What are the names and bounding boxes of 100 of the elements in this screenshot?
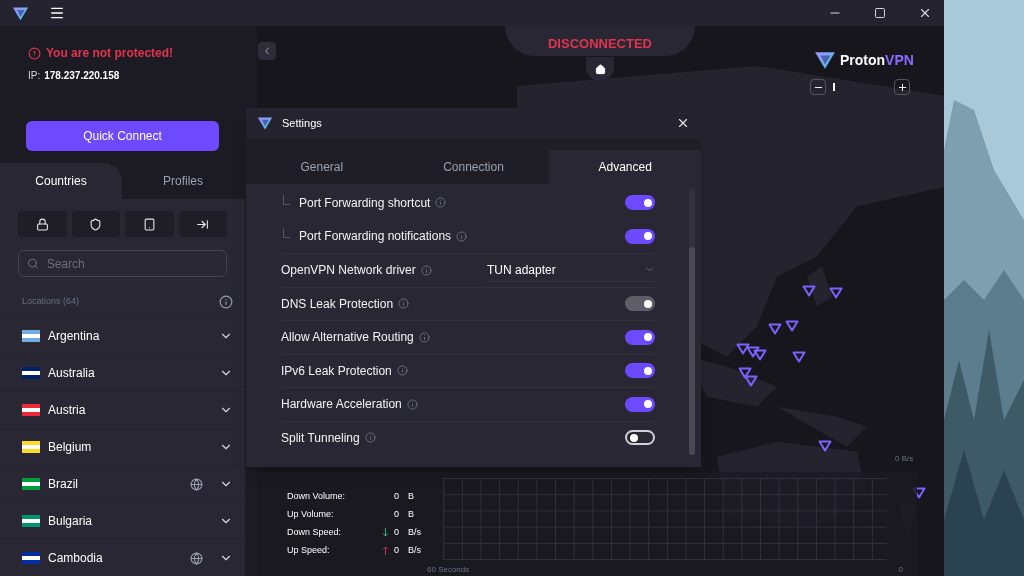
stat-label: Down Volume: <box>287 489 347 503</box>
globe-icon <box>190 477 203 491</box>
country-name: Cambodia <box>48 550 104 567</box>
toggle-switch[interactable] <box>625 195 655 211</box>
setting-label: Split Tunneling <box>281 429 360 447</box>
stat-unit: B <box>408 489 414 503</box>
info-icon[interactable] <box>406 398 418 410</box>
graph-speed-label: 0 B/s <box>895 453 914 465</box>
dialog-title: Settings <box>282 115 323 131</box>
locations-count: Locations (64) <box>22 295 80 309</box>
stat-label: Up Speed: <box>287 543 331 557</box>
search-icon <box>27 257 39 270</box>
globe-icon <box>190 551 203 565</box>
shield-icon <box>89 217 103 231</box>
map-pin-icon[interactable] <box>753 349 767 361</box>
maximize-icon[interactable] <box>874 7 886 19</box>
lock-icon <box>35 217 49 231</box>
stat-value: 0 <box>394 489 400 503</box>
country-name: Austria <box>48 402 87 419</box>
info-icon[interactable] <box>219 295 233 309</box>
driver-dropdown[interactable]: TUN adapter <box>487 258 655 283</box>
alert-icon <box>28 46 41 60</box>
sidebar-tab[interactable]: Countries <box>0 163 122 199</box>
country-row[interactable]: Argentina <box>0 317 245 354</box>
search-input[interactable]: Search <box>46 254 218 273</box>
shield-filter-button[interactable] <box>71 211 120 237</box>
setting-label: Hardware Acceleration <box>281 396 402 414</box>
setting-label: Allow Alternative Routing <box>281 329 414 347</box>
setting-label: Port Forwarding shortcut <box>299 194 431 212</box>
toggle-switch[interactable] <box>625 430 655 446</box>
arrow-to-line-icon <box>196 217 210 231</box>
stat-label: Up Volume: <box>287 507 335 521</box>
quick-connect-button[interactable]: Quick Connect <box>26 121 219 151</box>
map-pin-icon[interactable] <box>785 320 799 332</box>
connection-status: DISCONNECTED <box>548 35 652 54</box>
close-icon[interactable] <box>918 6 932 20</box>
brand-name: ProtonVPN <box>840 50 914 70</box>
country-name: Bulgaria <box>48 513 94 530</box>
logo-icon <box>814 49 836 71</box>
country-name: Brazil <box>48 476 79 493</box>
stat-value: 0 <box>394 543 400 557</box>
close-icon[interactable] <box>676 116 690 130</box>
settings-logo-icon <box>257 115 273 131</box>
setting-label: OpenVPN Network driver <box>281 262 416 280</box>
setting-label: Port Forwarding notifications <box>299 228 452 246</box>
map-pin-icon[interactable] <box>746 346 760 358</box>
toggle-switch[interactable] <box>625 396 655 412</box>
lock-filter-button[interactable] <box>18 211 67 237</box>
info-icon[interactable] <box>364 432 376 444</box>
country-row[interactable]: Brazil <box>0 465 245 502</box>
settings-tab[interactable]: Connection <box>397 150 550 184</box>
toggle-switch[interactable] <box>625 329 655 345</box>
toggle-switch[interactable] <box>625 228 655 244</box>
home-icon <box>594 63 606 75</box>
info-icon[interactable] <box>456 230 468 242</box>
stat-label: Down Speed: <box>287 525 343 539</box>
arrow-filter-button[interactable] <box>178 211 227 237</box>
info-icon[interactable] <box>418 331 430 343</box>
graph-time-label: 60 Seconds <box>427 564 470 576</box>
map-pin-icon[interactable] <box>829 287 843 299</box>
warning-text: You are not protected! <box>46 45 174 62</box>
stat-unit: B/s <box>408 543 421 557</box>
tablet-filter-button[interactable] <box>125 211 174 237</box>
country-row[interactable]: Bulgaria <box>0 502 245 539</box>
country-row[interactable]: Belgium <box>0 428 245 465</box>
country-row[interactable]: Cambodia <box>0 539 245 576</box>
country-name: Argentina <box>48 328 101 345</box>
scrollbar[interactable] <box>689 188 695 455</box>
toggle-switch[interactable] <box>625 363 655 379</box>
info-icon[interactable] <box>420 264 432 276</box>
info-icon[interactable] <box>396 365 408 377</box>
map-pin-icon[interactable] <box>738 367 752 379</box>
info-icon[interactable] <box>435 197 447 209</box>
stat-value: 0 <box>394 525 400 539</box>
stat-unit: B <box>408 507 414 521</box>
setting-label: IPv6 Leak Protection <box>281 362 392 380</box>
map-pin-icon[interactable] <box>744 375 758 387</box>
country-name: Belgium <box>48 439 93 456</box>
map-pin-icon[interactable] <box>768 323 782 335</box>
home-button[interactable] <box>586 57 614 81</box>
menu-icon[interactable] <box>49 5 65 21</box>
map-pin-icon[interactable] <box>802 285 816 297</box>
zoom-out-button[interactable] <box>810 79 826 95</box>
ip-label: IP: <box>28 69 41 83</box>
country-name: Australia <box>48 365 96 382</box>
search-field[interactable]: Search <box>18 250 227 277</box>
down-arrow-icon <box>382 528 389 537</box>
map-pin-icon[interactable] <box>818 440 832 452</box>
settings-tab[interactable]: General <box>246 150 398 184</box>
tablet-icon <box>142 217 156 231</box>
map-pin-icon[interactable] <box>792 351 806 363</box>
country-row[interactable]: Austria <box>0 391 245 428</box>
zoom-in-button[interactable] <box>894 79 910 95</box>
up-arrow-icon <box>382 546 389 555</box>
ip-address: 178.237.220.158 <box>44 69 120 83</box>
country-row[interactable]: Australia <box>0 354 245 391</box>
map-pin-icon[interactable] <box>736 343 750 355</box>
graph-end-label: 0 <box>898 564 903 576</box>
collapse-button[interactable] <box>258 42 276 60</box>
plus-icon <box>896 81 908 93</box>
